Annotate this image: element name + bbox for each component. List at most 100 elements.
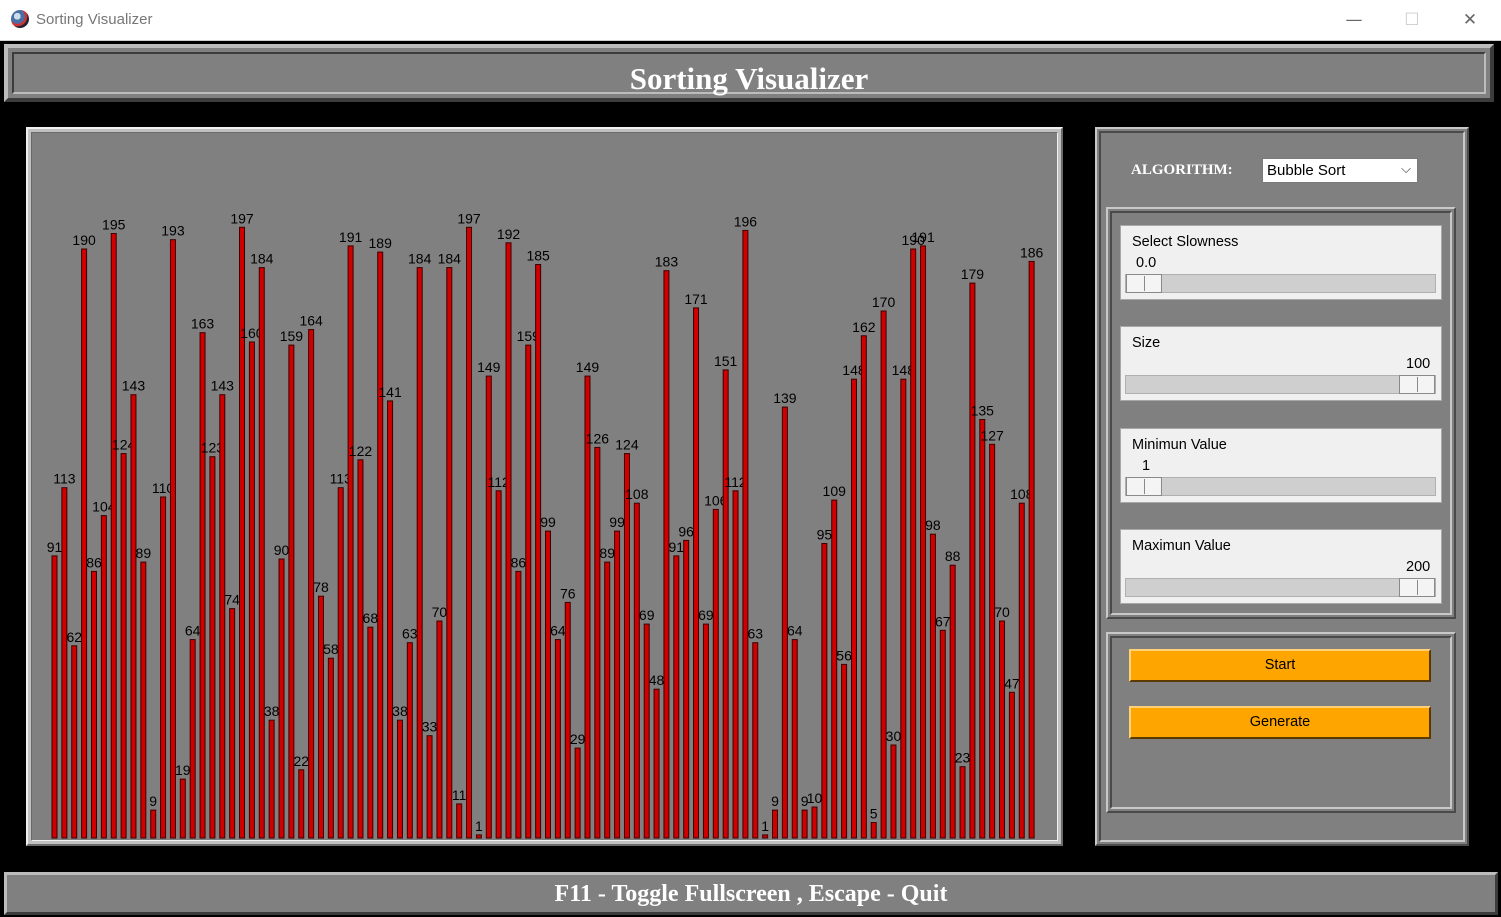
generate-button[interactable]: Generate — [1129, 706, 1431, 739]
bar-value-label-95: 135 — [971, 403, 995, 419]
bar-value-label-96: 127 — [980, 427, 1004, 443]
bar-28 — [317, 595, 324, 839]
window-titlebar: Sorting Visualizer — ☐ ✕ — [0, 0, 1501, 41]
bar-value-label-23: 38 — [264, 703, 280, 719]
bar-1 — [51, 555, 58, 839]
bar-48 — [515, 570, 522, 839]
bar-value-label-100: 186 — [1020, 244, 1044, 260]
bar-60 — [633, 502, 640, 839]
bar-value-label-60: 108 — [625, 486, 649, 502]
close-button[interactable]: ✕ — [1447, 4, 1493, 36]
bar-value-label-20: 197 — [230, 210, 254, 226]
bar-value-label-55: 149 — [576, 359, 600, 375]
bar-37 — [406, 642, 413, 839]
bar-value-label-45: 149 — [477, 359, 501, 375]
bar-value-label-47: 192 — [497, 226, 521, 242]
bar-chart: 9111362190861041951241438991101931964163… — [47, 210, 1044, 839]
bar-57 — [604, 561, 611, 839]
min-value-trough[interactable] — [1125, 477, 1436, 496]
bar-29 — [327, 657, 334, 839]
bar-87 — [900, 378, 907, 839]
bar-22 — [258, 267, 265, 839]
bar-value-label-43: 197 — [457, 210, 481, 226]
bar-value-label-64: 91 — [669, 539, 685, 555]
bar-85 — [880, 310, 887, 839]
bar-12 — [160, 496, 167, 839]
bar-88 — [910, 248, 917, 839]
bar-15 — [189, 639, 196, 839]
min-value-slider-handle[interactable] — [1126, 477, 1162, 496]
bar-96 — [989, 443, 996, 839]
bar-value-label-72: 63 — [747, 626, 763, 642]
bar-43 — [466, 226, 473, 839]
bar-value-label-19: 74 — [224, 592, 240, 608]
bar-value-label-3: 62 — [66, 629, 82, 645]
bar-97 — [999, 620, 1006, 839]
min-value-scale: Minimun Value 1 — [1120, 428, 1442, 503]
bar-71 — [742, 229, 749, 839]
header-bevel: Sorting Visualizer — [12, 52, 1486, 96]
bar-53 — [564, 601, 571, 839]
bar-70 — [732, 490, 739, 839]
algorithm-select[interactable]: Bubble Sort ⌵ — [1262, 158, 1418, 183]
bar-value-label-16: 163 — [191, 316, 215, 332]
bar-value-label-18: 143 — [211, 378, 235, 394]
app-icon — [11, 10, 29, 28]
bar-10 — [140, 561, 147, 839]
bar-value-label-91: 67 — [935, 613, 951, 629]
bar-value-label-58: 99 — [609, 514, 625, 530]
bar-38 — [416, 267, 423, 839]
bar-value-label-51: 99 — [540, 514, 556, 530]
bar-value-label-54: 29 — [570, 731, 586, 747]
bar-54 — [574, 747, 581, 839]
bar-67 — [702, 623, 709, 839]
bar-74 — [772, 809, 779, 839]
bar-value-label-57: 89 — [599, 545, 615, 561]
bar-80 — [831, 499, 838, 839]
bar-24 — [278, 558, 285, 839]
bar-11 — [150, 809, 157, 839]
bar-31 — [347, 245, 354, 839]
bar-68 — [712, 508, 719, 839]
bar-49 — [525, 344, 532, 839]
bar-value-label-69: 151 — [714, 353, 738, 369]
bar-86 — [890, 744, 897, 839]
bar-value-label-83: 162 — [852, 319, 876, 335]
bar-value-label-78: 10 — [807, 790, 823, 806]
bar-value-label-98: 47 — [1004, 675, 1020, 691]
bar-95 — [979, 419, 986, 839]
bar-value-label-67: 69 — [698, 607, 714, 623]
slowness-slider-handle[interactable] — [1126, 274, 1162, 293]
bar-value-label-38: 184 — [408, 251, 432, 267]
slowness-trough[interactable] — [1125, 274, 1436, 293]
start-button[interactable]: Start — [1129, 649, 1431, 682]
bar-44 — [475, 834, 482, 839]
bar-value-label-11: 9 — [149, 793, 157, 809]
bar-77 — [801, 809, 808, 839]
algorithm-selected-value: Bubble Sort — [1267, 162, 1346, 179]
max-value-trough[interactable] — [1125, 578, 1436, 597]
slowness-value: 0.0 — [1136, 255, 1157, 271]
max-value-label: Maximun Value — [1132, 538, 1231, 554]
bar-value-label-93: 23 — [955, 750, 971, 766]
bar-91 — [939, 629, 946, 839]
maximize-button[interactable]: ☐ — [1389, 4, 1435, 36]
bar-7 — [110, 233, 117, 839]
bar-value-label-41: 184 — [438, 251, 462, 267]
slowness-label: Select Slowness — [1132, 234, 1239, 250]
minimize-button[interactable]: — — [1331, 4, 1377, 36]
window-title: Sorting Visualizer — [36, 11, 153, 28]
bar-62 — [653, 688, 660, 839]
algorithm-label: ALGORITHM: — [1131, 162, 1233, 178]
size-slider-handle[interactable] — [1399, 375, 1435, 394]
bar-value-label-26: 22 — [293, 753, 309, 769]
header-banner: Sorting Visualizer — [4, 44, 1494, 102]
bar-51 — [545, 530, 551, 839]
bar-9 — [130, 394, 137, 839]
bar-value-label-61: 69 — [639, 607, 655, 623]
size-trough[interactable] — [1125, 375, 1436, 394]
bar-92 — [949, 564, 956, 839]
max-value-slider-handle[interactable] — [1399, 578, 1435, 597]
bar-value-label-63: 183 — [655, 254, 679, 270]
bar-64 — [673, 555, 680, 839]
